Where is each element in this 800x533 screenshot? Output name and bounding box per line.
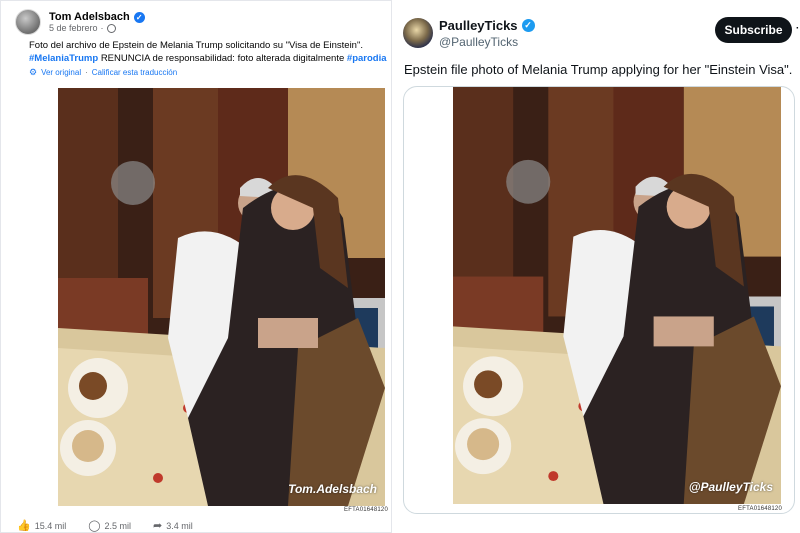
facebook-post-header: Tom Adelsbach ✓ 5 de febrero ·	[15, 9, 145, 35]
hashtag-melaniatrump[interactable]: #MelaniaTrump	[29, 53, 98, 64]
x-photo-watermark: @PaulleyTicks	[688, 480, 773, 494]
like-count: 15.4 mil	[34, 520, 67, 531]
globe-icon	[106, 23, 116, 33]
x-post-photo[interactable]: @PaulleyTicks	[453, 87, 781, 504]
x-file-id-label: EFTA01648120	[738, 506, 782, 512]
photo-watermark: Tom.Adelsbach	[288, 482, 377, 496]
comment-count: 2.5 mil	[104, 520, 132, 531]
verified-badge-icon: ✓	[133, 11, 145, 23]
post-photo[interactable]: Tom.Adelsbach	[58, 88, 385, 506]
author-avatar[interactable]	[15, 9, 41, 35]
see-original-link[interactable]: Ver original	[41, 66, 81, 79]
x-post: PaulleyTicks ✓ @PaulleyTicks Subscribe ⋯…	[395, 0, 800, 533]
reaction-bar: 👍 15.4 mil ◯ 2.5 mil ➦ 3.4 mil	[17, 519, 193, 532]
x-display-name[interactable]: PaulleyTicks	[439, 18, 518, 33]
post-caption: Foto del archivo de Epstein de Melania T…	[29, 40, 363, 51]
translation-bar: ⚙ Ver original · Calificar esta traducci…	[29, 66, 384, 79]
date-separator: ·	[100, 23, 104, 33]
file-id-label: EFTA01648120	[344, 507, 388, 513]
rate-translation-link[interactable]: Calificar esta traducción	[92, 66, 177, 79]
facebook-post: Tom Adelsbach ✓ 5 de febrero · Foto del …	[0, 0, 392, 533]
comment-button[interactable]: ◯ 2.5 mil	[88, 519, 131, 532]
facebook-post-text: Foto del archivo de Epstein de Melania T…	[29, 39, 387, 79]
hashtag-parodia[interactable]: #parodia	[347, 53, 387, 64]
x-handle[interactable]: @PaulleyTicks	[439, 35, 535, 49]
thumbs-up-icon: 👍	[17, 520, 31, 532]
post-date[interactable]: 5 de febrero	[49, 23, 98, 33]
x-post-text: Epstein file photo of Melania Trump appl…	[404, 62, 793, 77]
photo-illustration	[58, 88, 385, 506]
disclaimer-text: RENUNCIA de responsabilidad: foto altera…	[100, 53, 345, 64]
x-verified-badge-icon: ✓	[521, 19, 535, 32]
x-photo-illustration	[453, 87, 781, 504]
translate-separator: ·	[85, 68, 88, 77]
post-tags-line: #MelaniaTrump RENUNCIA de responsabilida…	[29, 52, 387, 65]
author-name[interactable]: Tom Adelsbach	[49, 11, 130, 23]
share-count: 3.4 mil	[166, 520, 193, 531]
comparison-screenshot: Tom Adelsbach ✓ 5 de febrero · Foto del …	[0, 0, 800, 533]
x-author-avatar[interactable]	[403, 18, 433, 48]
translate-icon: ⚙	[29, 67, 38, 77]
share-arrow-icon: ➦	[153, 520, 163, 532]
like-button[interactable]: 👍 15.4 mil	[17, 519, 66, 532]
comment-bubble-icon: ◯	[88, 520, 101, 532]
more-options-icon[interactable]: ⋯	[795, 19, 800, 36]
share-button[interactable]: ➦ 3.4 mil	[153, 519, 193, 532]
subscribe-button[interactable]: Subscribe	[715, 17, 792, 43]
x-author-block: PaulleyTicks ✓ @PaulleyTicks	[439, 18, 535, 49]
